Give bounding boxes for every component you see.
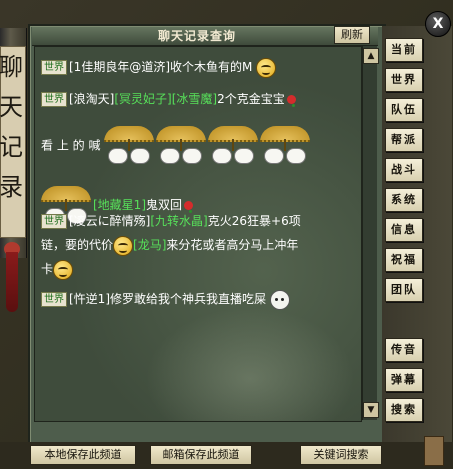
scroll-char: 聊 bbox=[0, 53, 23, 81]
tab-info[interactable]: 信息 bbox=[385, 218, 423, 242]
scroll-paper: 聊 天 记 录 bbox=[0, 46, 26, 238]
chat-scrollbar[interactable]: ▲ ▼ bbox=[362, 46, 379, 420]
keyword-search-button[interactable]: 关键词搜索 bbox=[300, 445, 382, 465]
tab-battle[interactable]: 战斗 bbox=[385, 158, 423, 182]
scroll-char: 记 bbox=[0, 133, 23, 161]
save-local-button[interactable]: 本地保存此频道 bbox=[30, 445, 136, 465]
channel-badge[interactable]: 世界 bbox=[41, 92, 67, 107]
tab-group[interactable]: 团队 bbox=[385, 278, 423, 302]
message-text: 看 上 的 喊 bbox=[41, 138, 101, 153]
tab-danmaku[interactable]: 弹幕 bbox=[385, 368, 423, 392]
channel-badge[interactable]: 世界 bbox=[41, 292, 67, 307]
message-text: 链，要的代价 bbox=[41, 238, 114, 252]
smiley-emoticon-icon bbox=[113, 235, 134, 256]
message-text: 卡 bbox=[41, 262, 54, 276]
chat-line: 世界 [浪淘天][冥灵妃子][冰雪魔]2个克金宝宝 bbox=[41, 89, 296, 109]
chat-line: 看 上 的 喊 bbox=[41, 123, 312, 167]
chat-line: 卡 bbox=[41, 259, 74, 280]
tab-search[interactable]: 搜索 bbox=[385, 398, 423, 422]
tab-current[interactable]: 当前 bbox=[385, 38, 423, 62]
chat-line: 链，要的代价 [龙马]来分花或者高分马上冲年 bbox=[41, 235, 298, 256]
channel-badge[interactable]: 世界 bbox=[41, 60, 67, 75]
save-mail-button[interactable]: 邮箱保存此频道 bbox=[150, 445, 252, 465]
item-link[interactable]: [冥灵妃子] bbox=[114, 92, 171, 106]
lotus-watermark bbox=[145, 307, 355, 421]
chat-line: 世界 [忤逆1]修罗敢给我个神兵我直播吃屎 bbox=[41, 289, 290, 310]
sender-name[interactable]: [1佳期良年@道济] bbox=[69, 60, 170, 74]
sender-name[interactable]: [浪淘天] bbox=[69, 92, 114, 106]
umbrella-sheep-emoticon-icon bbox=[260, 125, 311, 166]
umbrella-sheep-emoticon-icon bbox=[156, 125, 207, 166]
sender-name[interactable]: [凌云に醉情殇] bbox=[69, 214, 150, 228]
scroll-char: 录 bbox=[0, 173, 23, 201]
seal-stamp-icon bbox=[424, 436, 444, 466]
chat-line: 世界 [凌云に醉情殇][九转水晶]克火26狂暴+6项 bbox=[41, 211, 301, 231]
umbrella-sheep-emoticon-icon bbox=[104, 125, 155, 166]
sender-name[interactable]: [忤逆1] bbox=[69, 292, 110, 306]
smiley-emoticon-icon bbox=[53, 259, 74, 280]
item-link[interactable]: [龙马] bbox=[133, 238, 166, 252]
channel-badge[interactable]: 世界 bbox=[41, 214, 67, 229]
message-text: 来分花或者高分马上冲年 bbox=[166, 238, 299, 252]
tab-whisper[interactable]: 传音 bbox=[385, 338, 423, 362]
umbrella-sheep-emoticon-icon bbox=[208, 125, 259, 166]
item-link[interactable]: [冰雪魔] bbox=[172, 92, 217, 106]
scroll-up-button[interactable]: ▲ bbox=[363, 48, 379, 64]
tab-blessing[interactable]: 祝福 bbox=[385, 248, 423, 272]
message-text: 修罗敢给我个神兵我直播吃屎 bbox=[110, 292, 267, 306]
item-link[interactable]: [九转水晶] bbox=[150, 214, 207, 228]
chat-line: 世界 [1佳期良年@道济]收个木鱼有的M bbox=[41, 57, 277, 78]
message-text: 鬼双回 bbox=[146, 198, 183, 212]
refresh-button[interactable]: 刷新 bbox=[334, 26, 370, 44]
smiley-emoticon-icon bbox=[256, 57, 277, 78]
message-text: 收个木鱼有的M bbox=[170, 60, 253, 74]
rose-icon bbox=[286, 95, 296, 104]
chat-log: 世界 [1佳期良年@道济]收个木鱼有的M 世界 [浪淘天][冥灵妃子][冰雪魔]2个… bbox=[34, 46, 362, 422]
sheep-emoticon-icon bbox=[269, 289, 290, 310]
tab-world[interactable]: 世界 bbox=[385, 68, 423, 92]
title-bar[interactable]: 聊天记录查询 bbox=[32, 27, 378, 46]
scroll-char: 天 bbox=[0, 93, 23, 121]
tab-system[interactable]: 系统 bbox=[385, 188, 423, 212]
rose-icon bbox=[184, 201, 194, 210]
tab-guild[interactable]: 帮派 bbox=[385, 128, 423, 152]
close-button[interactable]: X bbox=[425, 11, 451, 37]
tab-team[interactable]: 队伍 bbox=[385, 98, 423, 122]
scroll-down-button[interactable]: ▼ bbox=[363, 402, 379, 418]
sender-name[interactable]: [地藏星1] bbox=[93, 198, 146, 212]
message-text: 2个克金宝宝 bbox=[217, 92, 285, 106]
message-text: 克火26狂暴+6项 bbox=[207, 214, 301, 228]
window-title: 聊天记录查询 bbox=[157, 29, 236, 43]
tassel bbox=[6, 252, 18, 312]
